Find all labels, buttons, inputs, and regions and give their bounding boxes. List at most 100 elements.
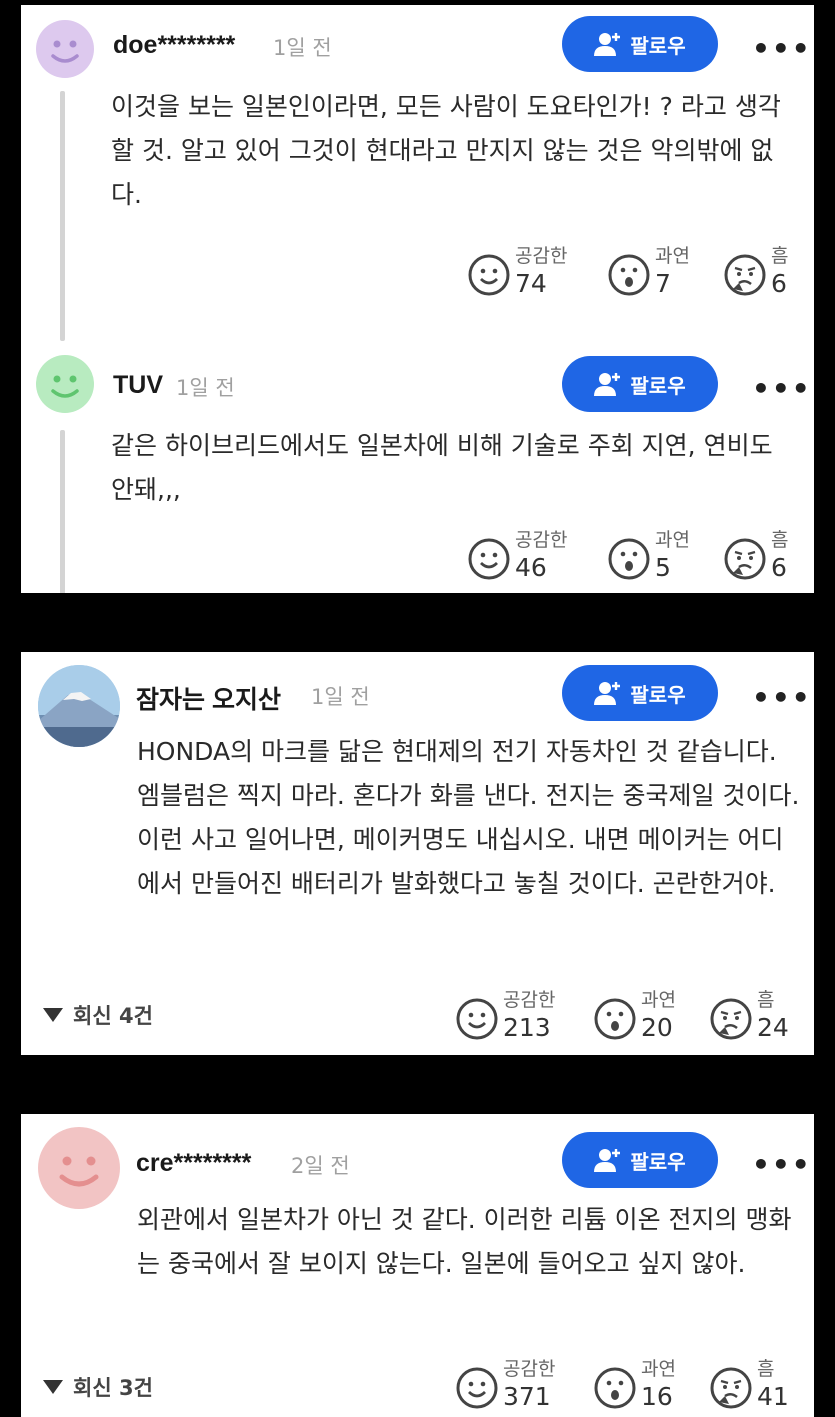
thinking-face-icon bbox=[710, 1367, 752, 1409]
comment-card: 잠자는 오지산 1일 전 팔로우 ••• HONDA의 마크를 닮은 현대제의 … bbox=[21, 652, 814, 1055]
more-options-button[interactable]: ••• bbox=[752, 35, 812, 63]
reaction-count: 24 bbox=[757, 1013, 789, 1042]
reaction-count: 5 bbox=[655, 553, 671, 582]
smile-face-icon bbox=[468, 538, 510, 580]
comment: TUV 1일 전 팔로우 ••• 같은 하이브리드에서도 일본차에 비해 기술로… bbox=[21, 340, 814, 593]
username[interactable]: 잠자는 오지산 bbox=[136, 680, 281, 716]
surprise-reaction-button[interactable]: 과연 20 bbox=[593, 985, 703, 1055]
reaction-label: 흠 bbox=[757, 989, 775, 1011]
hmm-reaction-button[interactable]: 흠 6 bbox=[723, 525, 814, 593]
surprise-reaction-button[interactable]: 과연 7 bbox=[607, 241, 717, 315]
replies-toggle[interactable]: 회신 4건 bbox=[43, 1000, 153, 1030]
hmm-reaction-button[interactable]: 흠 6 bbox=[723, 241, 814, 315]
avatar[interactable] bbox=[38, 665, 120, 747]
follow-label: 팔로우 bbox=[630, 33, 686, 58]
reaction-label: 공감한 bbox=[515, 245, 568, 267]
reaction-label: 흠 bbox=[757, 1358, 775, 1380]
hmm-reaction-button[interactable]: 흠 24 bbox=[709, 985, 805, 1055]
comment: cre******** 2일 전 팔로우 ••• 외관에서 일본차가 아닌 것 … bbox=[21, 1114, 814, 1417]
smile-avatar-icon bbox=[59, 1156, 99, 1187]
mountain-avatar-image bbox=[38, 665, 120, 747]
comment-text: 외관에서 일본차가 아닌 것 같다. 이러한 리튬 이온 전지의 맹화는 중국에… bbox=[137, 1205, 792, 1278]
username[interactable]: doe******** bbox=[113, 31, 235, 60]
avatar[interactable] bbox=[36, 20, 94, 78]
reaction-bar: 공감한 74 과연 7 흠 6 bbox=[467, 241, 807, 315]
caret-down-icon bbox=[43, 1380, 63, 1394]
reaction-bar: 공감한 371 과연 16 흠 41 bbox=[455, 1354, 805, 1417]
empathy-reaction-button[interactable]: 공감한 46 bbox=[467, 525, 577, 593]
comment-text: 이것을 보는 일본인이라면, 모든 사람이 도요타인가! ? 라고 생각할 것.… bbox=[111, 92, 781, 209]
follow-label: 팔로우 bbox=[630, 1149, 686, 1174]
thread-line bbox=[60, 91, 65, 341]
reaction-count: 46 bbox=[515, 553, 547, 582]
reaction-label: 공감한 bbox=[503, 1358, 556, 1380]
reaction-label: 과연 bbox=[655, 245, 690, 267]
surprised-face-icon bbox=[594, 998, 636, 1040]
add-person-icon bbox=[594, 1149, 621, 1172]
replies-toggle[interactable]: 회신 3건 bbox=[43, 1372, 153, 1402]
timestamp: 1일 전 bbox=[176, 376, 235, 400]
reaction-count: 20 bbox=[641, 1013, 673, 1042]
follow-label: 팔로우 bbox=[630, 373, 686, 398]
add-person-icon bbox=[594, 682, 621, 705]
comment-text: HONDA의 마크를 닮은 현대제의 전기 자동차인 것 같습니다. 엠블럼은 … bbox=[137, 737, 800, 898]
thinking-face-icon bbox=[724, 538, 766, 580]
empathy-reaction-button[interactable]: 공감한 74 bbox=[467, 241, 577, 315]
more-options-button[interactable]: ••• bbox=[752, 684, 812, 712]
surprised-face-icon bbox=[608, 538, 650, 580]
username[interactable]: TUV bbox=[113, 371, 163, 400]
more-options-button[interactable]: ••• bbox=[752, 1151, 812, 1179]
follow-label: 팔로우 bbox=[630, 682, 686, 707]
empathy-reaction-button[interactable]: 공감한 213 bbox=[455, 985, 565, 1055]
surprised-face-icon bbox=[594, 1367, 636, 1409]
smile-face-icon bbox=[468, 254, 510, 296]
timestamp: 1일 전 bbox=[273, 36, 332, 60]
follow-button[interactable]: 팔로우 bbox=[562, 356, 718, 412]
follow-button[interactable]: 팔로우 bbox=[562, 665, 718, 721]
smile-face-icon bbox=[456, 998, 498, 1040]
follow-button[interactable]: 팔로우 bbox=[562, 16, 718, 72]
reaction-count: 7 bbox=[655, 269, 671, 298]
surprise-reaction-button[interactable]: 과연 16 bbox=[593, 1354, 703, 1417]
smile-avatar-icon bbox=[51, 375, 79, 398]
replies-count: 회신 4건 bbox=[73, 1004, 153, 1028]
reaction-count: 213 bbox=[503, 1013, 551, 1042]
reaction-count: 371 bbox=[503, 1382, 551, 1411]
timestamp: 2일 전 bbox=[291, 1154, 350, 1178]
surprise-reaction-button[interactable]: 과연 5 bbox=[607, 525, 717, 593]
comment-text: 같은 하이브리드에서도 일본차에 비해 기술로 주회 지연, 연비도 안돼,,, bbox=[111, 431, 773, 504]
smile-face-icon bbox=[456, 1367, 498, 1409]
thinking-face-icon bbox=[710, 998, 752, 1040]
reaction-bar: 공감한 46 과연 5 흠 6 bbox=[467, 525, 807, 593]
empathy-reaction-button[interactable]: 공감한 371 bbox=[455, 1354, 565, 1417]
comment: 잠자는 오지산 1일 전 팔로우 ••• HONDA의 마크를 닮은 현대제의 … bbox=[21, 652, 814, 1055]
reaction-bar: 공감한 213 과연 20 흠 24 bbox=[455, 985, 805, 1055]
thread-line bbox=[60, 430, 65, 593]
reaction-count: 6 bbox=[771, 553, 787, 582]
hmm-reaction-button[interactable]: 흠 41 bbox=[709, 1354, 805, 1417]
reaction-label: 공감한 bbox=[503, 989, 556, 1011]
avatar[interactable] bbox=[36, 355, 94, 413]
follow-button[interactable]: 팔로우 bbox=[562, 1132, 718, 1188]
smile-avatar-icon bbox=[51, 40, 79, 63]
username[interactable]: cre******** bbox=[136, 1149, 251, 1178]
reaction-label: 공감한 bbox=[515, 529, 568, 551]
reaction-count: 74 bbox=[515, 269, 547, 298]
comment-card: doe******** 1일 전 팔로우 ••• 이것을 보는 일본인이라면, … bbox=[21, 5, 814, 593]
replies-count: 회신 3건 bbox=[73, 1376, 153, 1400]
avatar[interactable] bbox=[38, 1127, 120, 1209]
add-person-icon bbox=[594, 33, 621, 56]
more-options-button[interactable]: ••• bbox=[752, 375, 812, 403]
reaction-label: 과연 bbox=[641, 1358, 676, 1380]
reaction-label: 과연 bbox=[655, 529, 690, 551]
caret-down-icon bbox=[43, 1008, 63, 1022]
reaction-label: 흠 bbox=[771, 245, 789, 267]
comment-card: cre******** 2일 전 팔로우 ••• 외관에서 일본차가 아닌 것 … bbox=[21, 1114, 814, 1417]
thinking-face-icon bbox=[724, 254, 766, 296]
reaction-count: 41 bbox=[757, 1382, 789, 1411]
comment: doe******** 1일 전 팔로우 ••• 이것을 보는 일본인이라면, … bbox=[21, 5, 814, 341]
reaction-label: 과연 bbox=[641, 989, 676, 1011]
timestamp: 1일 전 bbox=[311, 685, 370, 709]
reaction-count: 6 bbox=[771, 269, 787, 298]
reaction-count: 16 bbox=[641, 1382, 673, 1411]
